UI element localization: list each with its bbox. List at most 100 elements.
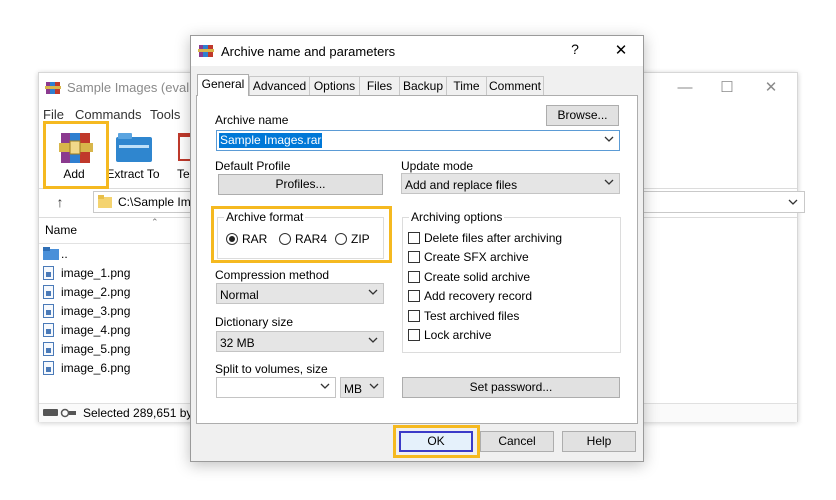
- close-dialog-button[interactable]: ✕: [609, 41, 633, 61]
- drive-icon: [43, 408, 76, 418]
- cancel-button[interactable]: Cancel: [480, 431, 554, 452]
- archive-name-field[interactable]: Sample Images.rar: [216, 130, 620, 151]
- update-mode-label: Update mode: [401, 159, 474, 173]
- menu-file[interactable]: File: [43, 107, 64, 122]
- lock-archive-label[interactable]: Lock archive: [424, 328, 491, 342]
- set-password-button[interactable]: Set password...: [402, 377, 620, 398]
- dialog-titlebar: Archive name and parameters ? ✕: [191, 36, 643, 66]
- dictionary-size-label: Dictionary size: [215, 315, 294, 329]
- split-size-dropdown-icon[interactable]: [319, 381, 331, 391]
- delete-files-label[interactable]: Delete files after archiving: [424, 231, 562, 245]
- split-volumes-label: Split to volumes, size: [215, 362, 328, 376]
- recovery-record-checkbox[interactable]: [408, 290, 420, 302]
- file-name: image_5.png: [61, 342, 131, 356]
- dictionary-size-select[interactable]: 32 MB: [216, 331, 384, 352]
- status-text: Selected 289,651 byt: [83, 406, 196, 420]
- archiving-options-label: Archiving options: [409, 210, 505, 224]
- maximize-button[interactable]: ☐: [707, 77, 747, 99]
- help-question-button[interactable]: ?: [563, 41, 587, 61]
- extract-to-label: Extract To: [106, 167, 160, 181]
- tab-advanced[interactable]: Advanced: [249, 76, 310, 95]
- list-item[interactable]: image_3.png: [43, 302, 189, 321]
- parent-folder-icon: [43, 247, 59, 260]
- list-item[interactable]: image_5.png: [43, 340, 189, 359]
- sort-arrow-icon: ⌃: [151, 217, 159, 227]
- archive-name-dropdown-icon[interactable]: [603, 134, 615, 144]
- up-arrow-icon[interactable]: ↑: [47, 192, 73, 212]
- folder-icon: [98, 195, 112, 208]
- address-text: C:\Sample Ima: [118, 195, 198, 209]
- dialog-tabs: General Advanced Options Files Backup Ti…: [197, 74, 637, 96]
- tab-backup[interactable]: Backup: [399, 76, 447, 95]
- dialog-title: Archive name and parameters: [221, 44, 396, 59]
- tab-general[interactable]: General: [197, 74, 249, 96]
- list-item[interactable]: image_1.png: [43, 264, 189, 283]
- test-archived-label[interactable]: Test archived files: [424, 309, 519, 323]
- add-button-highlight: [43, 121, 109, 189]
- general-tab-panel: Archive name Browse... Sample Images.rar…: [196, 95, 638, 424]
- test-button[interactable]: Te: [173, 125, 191, 185]
- archive-parameters-dialog: Archive name and parameters ? ✕ General …: [190, 35, 644, 462]
- main-window-title: Sample Images (evaluat: [67, 80, 208, 95]
- list-item[interactable]: image_6.png: [43, 359, 189, 378]
- recovery-record-label[interactable]: Add recovery record: [424, 289, 532, 303]
- file-name: image_3.png: [61, 304, 131, 318]
- archive-format-highlight: [211, 206, 392, 263]
- dictionary-size-value: 32 MB: [220, 336, 255, 350]
- split-unit-select[interactable]: MB: [340, 377, 384, 398]
- menu-commands[interactable]: Commands: [75, 107, 141, 122]
- archive-name-value: Sample Images.rar: [219, 133, 323, 148]
- tab-options[interactable]: Options: [309, 76, 360, 95]
- profiles-button[interactable]: Profiles...: [218, 174, 383, 195]
- default-profile-label: Default Profile: [215, 159, 291, 173]
- delete-files-checkbox[interactable]: [408, 232, 420, 244]
- create-sfx-checkbox[interactable]: [408, 251, 420, 263]
- minimize-button[interactable]: —: [665, 77, 705, 99]
- parent-entry: ..: [61, 247, 68, 261]
- browse-button[interactable]: Browse...: [546, 105, 619, 126]
- list-header[interactable]: Name ⌃: [39, 217, 191, 244]
- file-name: image_2.png: [61, 285, 131, 299]
- split-size-input[interactable]: [216, 377, 336, 398]
- extract-to-button[interactable]: Extract To: [105, 125, 161, 185]
- address-dropdown-icon[interactable]: [788, 198, 798, 206]
- create-solid-checkbox[interactable]: [408, 271, 420, 283]
- winrar-app-icon: [45, 82, 61, 94]
- png-file-icon: [43, 323, 54, 337]
- png-file-icon: [43, 285, 54, 299]
- winrar-dialog-icon: [198, 45, 214, 57]
- help-button[interactable]: Help: [562, 431, 636, 452]
- menu-tools[interactable]: Tools: [150, 107, 180, 122]
- png-file-icon: [43, 342, 54, 356]
- test-archived-checkbox[interactable]: [408, 310, 420, 322]
- name-column-header: Name: [45, 223, 78, 237]
- list-item-parent[interactable]: ..: [43, 245, 189, 264]
- update-mode-value: Add and replace files: [405, 178, 518, 192]
- compression-dropdown-icon: [368, 289, 378, 295]
- list-item[interactable]: image_4.png: [43, 321, 189, 340]
- tab-comment[interactable]: Comment: [486, 76, 544, 95]
- file-name: image_6.png: [61, 361, 131, 375]
- png-file-icon: [43, 304, 54, 318]
- close-main-button[interactable]: ✕: [751, 77, 791, 99]
- tab-files[interactable]: Files: [359, 76, 400, 95]
- file-list: Name ⌃ .. image_1.png image_2.png image_…: [39, 217, 191, 403]
- update-mode-dropdown-icon: [604, 179, 614, 185]
- compression-method-value: Normal: [220, 288, 259, 302]
- dictionary-dropdown-icon: [368, 337, 378, 343]
- png-file-icon: [43, 361, 54, 375]
- compression-method-label: Compression method: [215, 268, 330, 282]
- list-item[interactable]: image_2.png: [43, 283, 189, 302]
- update-mode-select[interactable]: Add and replace files: [401, 173, 620, 194]
- split-unit-value: MB: [344, 382, 362, 396]
- lock-archive-checkbox[interactable]: [408, 329, 420, 341]
- create-solid-label[interactable]: Create solid archive: [424, 270, 530, 284]
- create-sfx-label[interactable]: Create SFX archive: [424, 250, 529, 264]
- tab-time[interactable]: Time: [446, 76, 487, 95]
- archive-name-label: Archive name: [215, 113, 289, 127]
- ok-button-highlight: [393, 425, 480, 458]
- png-file-icon: [43, 266, 54, 280]
- test-label: Te: [177, 167, 190, 181]
- file-name: image_4.png: [61, 323, 131, 337]
- compression-method-select[interactable]: Normal: [216, 283, 384, 304]
